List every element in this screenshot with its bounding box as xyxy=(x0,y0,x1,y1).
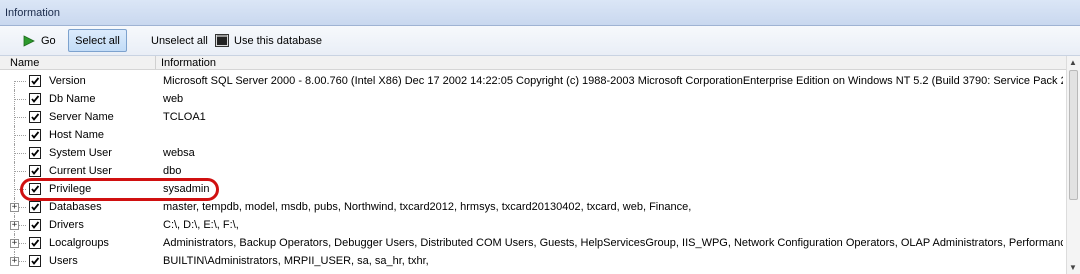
row-label: Privilege xyxy=(49,183,92,195)
checkmark-icon xyxy=(31,185,40,193)
checkmark-icon xyxy=(31,239,40,247)
go-label: Go xyxy=(41,34,56,47)
unselect-all-label: Unselect all xyxy=(151,34,208,47)
expand-plus-icon[interactable]: + xyxy=(10,239,19,248)
tree-line xyxy=(14,81,26,82)
row-value: master, tempdb, model, msdb, pubs, North… xyxy=(163,201,692,213)
panel-title: Information xyxy=(5,7,61,19)
row-label: Db Name xyxy=(49,93,96,105)
scrollbar-thumb[interactable] xyxy=(1069,70,1078,200)
row-label: Drivers xyxy=(49,219,84,231)
row-value: sysadmin xyxy=(163,183,210,195)
tree-row-users[interactable]: + Users BUILTIN\Administrators, MRPII_US… xyxy=(0,252,1066,270)
checkmark-icon xyxy=(31,149,40,157)
tree-row-server-name[interactable]: Server Name TCLOA1 xyxy=(0,108,1066,126)
expand-plus-icon[interactable]: + xyxy=(10,203,19,212)
tree-line xyxy=(14,81,15,90)
row-label: Users xyxy=(49,255,78,267)
expand-plus-icon[interactable]: + xyxy=(10,221,19,230)
row-value: Administrators, Backup Operators, Debugg… xyxy=(163,237,1063,249)
row-label: Host Name xyxy=(49,129,105,141)
expand-plus-icon[interactable]: + xyxy=(10,257,19,266)
row-value: Microsoft SQL Server 2000 - 8.00.760 (In… xyxy=(163,75,1063,87)
info-tree: Version Microsoft SQL Server 2000 - 8.00… xyxy=(0,72,1066,270)
use-this-database-label: Use this database xyxy=(234,34,323,47)
tree-row-version[interactable]: Version Microsoft SQL Server 2000 - 8.00… xyxy=(0,72,1066,90)
select-all-button[interactable]: Select all xyxy=(68,29,127,52)
row-value: dbo xyxy=(163,165,182,177)
tree-line xyxy=(14,135,26,136)
row-value: C:\, D:\, E:\, F:\, xyxy=(163,219,239,231)
checkmark-icon xyxy=(31,77,40,85)
checkbox[interactable] xyxy=(29,255,41,267)
checkbox[interactable] xyxy=(29,219,41,231)
play-icon xyxy=(23,34,35,47)
use-this-database-button[interactable]: Use this database xyxy=(209,29,328,52)
row-value: websa xyxy=(163,147,195,159)
row-label: Localgroups xyxy=(49,237,109,249)
checkmark-icon xyxy=(31,95,40,103)
row-value: TCLOA1 xyxy=(163,111,206,123)
column-header: Name Information xyxy=(0,56,1066,70)
checkbox[interactable] xyxy=(29,183,41,195)
vertical-scrollbar[interactable]: ▲ ▼ xyxy=(1066,56,1080,274)
checkbox[interactable] xyxy=(29,129,41,141)
tree-line xyxy=(14,171,26,172)
tree-line xyxy=(14,153,26,154)
checkbox[interactable] xyxy=(29,201,41,213)
row-value: BUILTIN\Administrators, MRPII_USER, sa, … xyxy=(163,255,429,267)
scroll-up-icon[interactable]: ▲ xyxy=(1069,58,1077,67)
row-label: Databases xyxy=(49,201,102,213)
checkbox[interactable] xyxy=(29,75,41,87)
checkmark-icon xyxy=(31,221,40,229)
checkbox[interactable] xyxy=(29,147,41,159)
tree-row-databases[interactable]: + Databases master, tempdb, model, msdb,… xyxy=(0,198,1066,216)
tree-line xyxy=(14,99,26,100)
checkbox[interactable] xyxy=(29,237,41,249)
tree-line xyxy=(14,189,26,190)
tree-row-host-name[interactable]: Host Name xyxy=(0,126,1066,144)
select-all-label: Select all xyxy=(75,34,120,47)
tree-row-drivers[interactable]: + Drivers C:\, D:\, E:\, F:\, xyxy=(0,216,1066,234)
checkbox[interactable] xyxy=(29,111,41,123)
column-header-name[interactable]: Name xyxy=(10,57,39,69)
unselect-all-button[interactable]: Unselect all xyxy=(145,29,214,52)
checkmark-icon xyxy=(31,131,40,139)
column-header-information[interactable]: Information xyxy=(161,57,216,69)
tree-line xyxy=(14,117,26,118)
row-label: System User xyxy=(49,147,112,159)
tree-row-system-user[interactable]: System User websa xyxy=(0,144,1066,162)
go-button[interactable]: Go xyxy=(16,29,62,52)
checkmark-icon xyxy=(31,203,40,211)
row-label: Current User xyxy=(49,165,112,177)
tree-row-current-user[interactable]: Current User dbo xyxy=(0,162,1066,180)
row-label: Version xyxy=(49,75,86,87)
tree-row-privilege[interactable]: Privilege sysadmin xyxy=(0,180,1066,198)
column-separator[interactable] xyxy=(155,56,156,69)
checkmark-icon xyxy=(31,257,40,265)
row-value: web xyxy=(163,93,184,105)
checkbox[interactable] xyxy=(29,93,41,105)
panel-title-bar: Information xyxy=(0,0,1080,26)
scroll-down-icon[interactable]: ▼ xyxy=(1069,263,1077,272)
checkmark-icon xyxy=(31,113,40,121)
tree-row-localgroups[interactable]: + Localgroups Administrators, Backup Ope… xyxy=(0,234,1066,252)
checkmark-icon xyxy=(31,167,40,175)
tree-row-db-name[interactable]: Db Name web xyxy=(0,90,1066,108)
row-label: Server Name xyxy=(49,111,114,123)
toolbar: Go Select all Unselect all Use this data… xyxy=(0,26,1080,56)
checkbox[interactable] xyxy=(29,165,41,177)
database-window-icon xyxy=(215,34,229,47)
